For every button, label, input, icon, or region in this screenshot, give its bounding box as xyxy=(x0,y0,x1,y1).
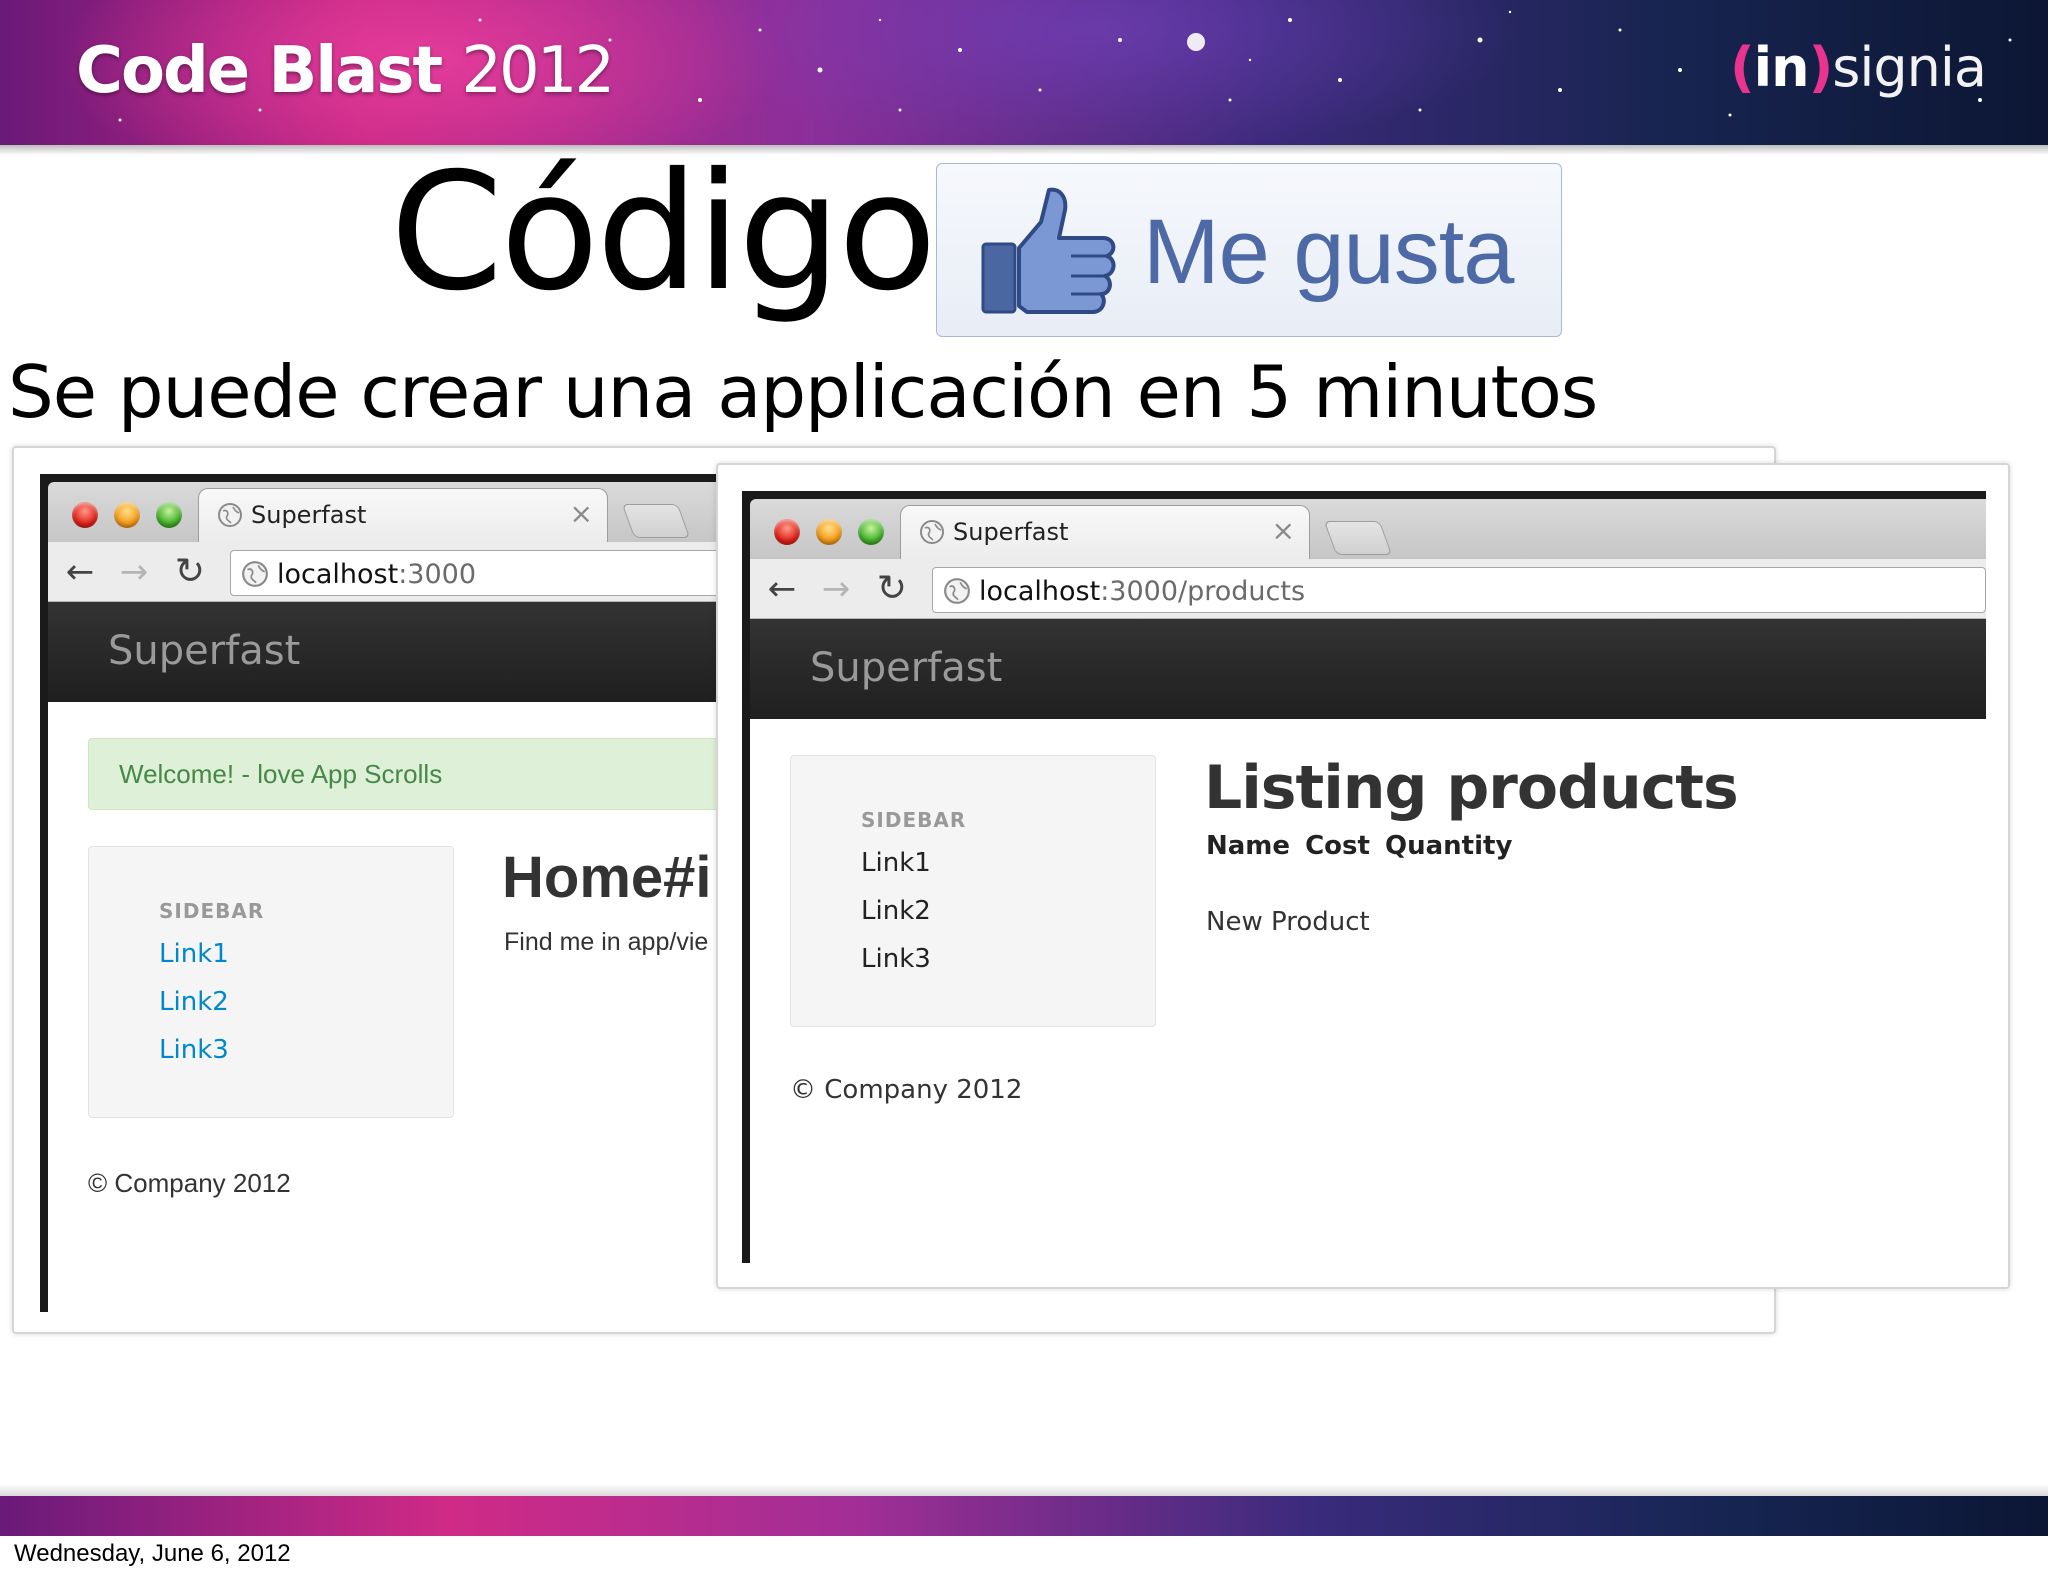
thumbs-up-icon xyxy=(981,187,1116,314)
zoom-window-button[interactable] xyxy=(156,502,182,528)
logo-paren-open: ( xyxy=(1729,36,1755,99)
screenshot-products: Superfast × ← → ↻ localhost:3000/product… xyxy=(716,463,2010,1289)
url-path: :3000 xyxy=(398,559,477,590)
page-footer: © Company 2012 xyxy=(790,1075,1023,1105)
logo-signia: signia xyxy=(1832,36,1987,99)
globe-icon xyxy=(944,578,970,604)
address-url: localhost:3000/products xyxy=(979,576,1305,607)
tab-close-icon[interactable]: × xyxy=(1272,514,1295,547)
sidebar-link-1[interactable]: Link1 xyxy=(159,939,229,969)
new-product-link[interactable]: New Product xyxy=(1206,907,1370,937)
page-footer: © Company 2012 xyxy=(88,1168,291,1198)
forward-arrow-icon[interactable]: → xyxy=(114,552,154,592)
logo-brand-year: 2012 xyxy=(461,34,615,108)
sidebar: SIDEBAR Link1 Link2 Link3 xyxy=(790,755,1156,1027)
close-window-button[interactable] xyxy=(774,519,800,545)
banner-shadow xyxy=(0,145,2048,155)
reload-icon[interactable]: ↻ xyxy=(872,569,912,609)
globe-icon xyxy=(920,520,944,544)
tab-strip: Superfast × xyxy=(750,499,1986,559)
alert-text: Welcome! - love App Scrolls xyxy=(119,759,443,789)
globe-icon xyxy=(218,503,242,527)
minimize-window-button[interactable] xyxy=(816,519,842,545)
url-path: :3000/products xyxy=(1100,576,1306,607)
globe-icon xyxy=(242,561,268,587)
reload-icon[interactable]: ↻ xyxy=(170,552,210,592)
tab-superfast[interactable]: Superfast × xyxy=(900,505,1310,559)
sidebar-link-3[interactable]: Link3 xyxy=(861,944,931,974)
address-url: localhost:3000 xyxy=(277,559,476,590)
products-table-header: Name Cost Quantity xyxy=(1206,831,1518,861)
slide-subtitle: Se puede crear una applicación en 5 minu… xyxy=(8,350,1598,434)
minimize-window-button[interactable] xyxy=(114,502,140,528)
column-header-cost: Cost xyxy=(1305,831,1370,861)
sidebar-link-1[interactable]: Link1 xyxy=(861,848,931,878)
slide-banner: Code Blast 2012 (in)signia xyxy=(0,0,2048,145)
page-heading: Listing products xyxy=(1204,753,1739,823)
new-tab-button[interactable] xyxy=(1323,521,1393,555)
back-arrow-icon[interactable]: ← xyxy=(762,569,802,609)
slide-title: Código! xyxy=(390,139,999,327)
browser-toolbar: ← → ↻ localhost:3000/products xyxy=(750,559,1986,619)
code-blast-logo: Code Blast 2012 xyxy=(76,34,615,108)
address-bar[interactable]: localhost:3000/products xyxy=(932,567,1986,613)
new-tab-button[interactable] xyxy=(621,504,691,538)
bottom-bar-shadow xyxy=(0,1484,2048,1496)
url-host: localhost xyxy=(979,576,1101,607)
site-brand-link[interactable]: Superfast xyxy=(810,645,1002,691)
site-brand-link[interactable]: Superfast xyxy=(108,628,300,674)
browser-window-products: Superfast × ← → ↻ localhost:3000/product… xyxy=(742,491,1986,1263)
page-subtext: Find me in app/vie xyxy=(504,928,709,956)
slide-date: Wednesday, June 6, 2012 xyxy=(14,1540,291,1567)
insignia-logo: (in)signia xyxy=(1729,36,1987,99)
sidebar-link-2[interactable]: Link2 xyxy=(159,987,229,1017)
column-header-name: Name xyxy=(1206,831,1291,861)
column-header-quantity: Quantity xyxy=(1385,831,1513,861)
back-arrow-icon[interactable]: ← xyxy=(60,552,100,592)
page-heading: Home#i xyxy=(502,845,712,910)
tab-title: Superfast xyxy=(251,501,367,529)
url-host: localhost xyxy=(277,559,399,590)
slide-bottom-bar xyxy=(0,1496,2048,1536)
logo-in: in xyxy=(1753,36,1810,99)
close-window-button[interactable] xyxy=(72,502,98,528)
sidebar-header: SIDEBAR xyxy=(861,808,967,832)
like-label: Me gusta xyxy=(1143,201,1514,303)
page-content: SIDEBAR Link1 Link2 Link3 Listing produc… xyxy=(750,719,1986,1263)
site-navbar: Superfast xyxy=(750,619,1986,719)
like-button[interactable]: Me gusta xyxy=(936,163,1562,337)
sidebar: SIDEBAR Link1 Link2 Link3 xyxy=(88,846,454,1118)
tab-title: Superfast xyxy=(953,518,1069,546)
forward-arrow-icon[interactable]: → xyxy=(816,569,856,609)
sidebar-link-3[interactable]: Link3 xyxy=(159,1035,229,1065)
logo-paren-close: ) xyxy=(1808,36,1834,99)
sidebar-header: SIDEBAR xyxy=(159,899,265,923)
sidebar-link-2[interactable]: Link2 xyxy=(861,896,931,926)
tab-superfast[interactable]: Superfast × xyxy=(198,488,608,542)
tab-close-icon[interactable]: × xyxy=(570,497,593,530)
zoom-window-button[interactable] xyxy=(858,519,884,545)
logo-brand-name: Code Blast xyxy=(76,34,443,108)
